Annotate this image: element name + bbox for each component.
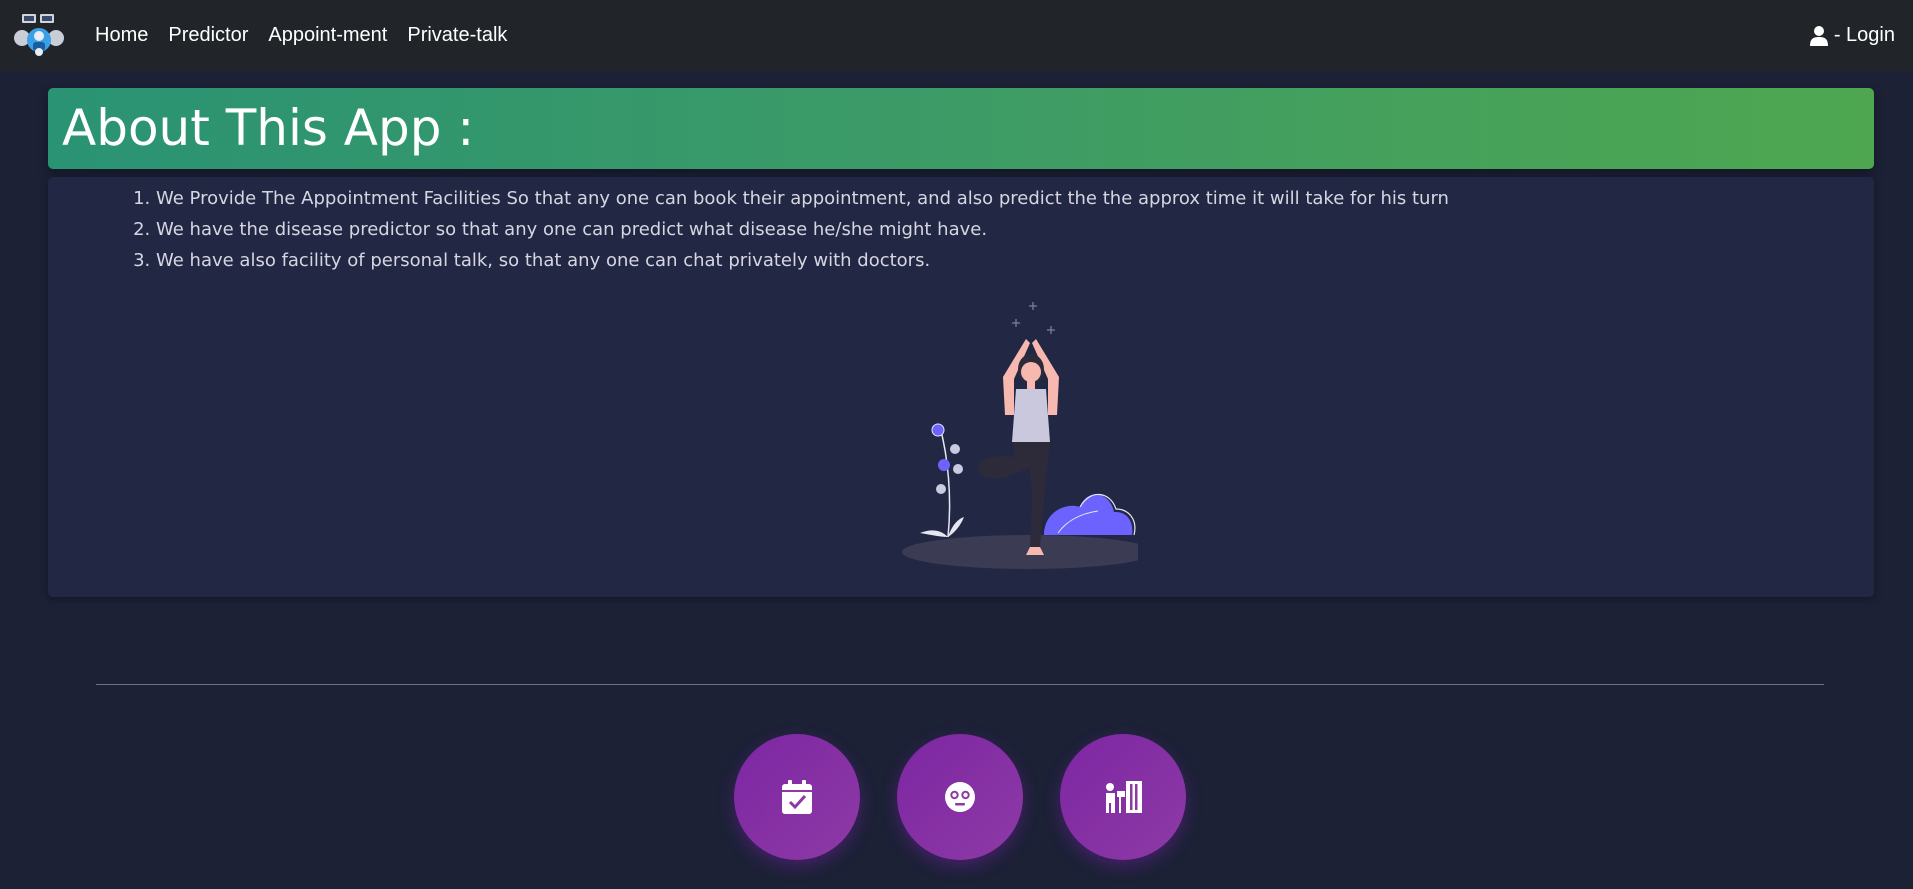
feature-item-predictor: We have the disease predictor so that an… — [156, 214, 1449, 245]
navbar: Home Predictor Appoint-ment Private-talk… — [0, 0, 1913, 71]
feature-item-private-talk: We have also facility of personal talk, … — [156, 245, 1449, 276]
features-list: We Provide The Appointment Facilities So… — [106, 183, 1449, 276]
login-label: - Login — [1833, 24, 1895, 46]
login-link[interactable]: - Login — [1809, 0, 1895, 71]
about-header: About This App : — [48, 88, 1874, 169]
nav-link-predictor[interactable]: Predictor — [168, 24, 248, 47]
nav-link-home[interactable]: Home — [95, 24, 148, 47]
user-icon — [1809, 25, 1828, 46]
calendar-check-icon — [782, 780, 812, 814]
private-talk-circle-button[interactable] — [1060, 734, 1186, 860]
logo-icon[interactable] — [12, 12, 66, 58]
nav-link-appointment[interactable]: Appoint-ment — [268, 24, 387, 47]
action-buttons — [734, 734, 1186, 860]
page-title: About This App : — [62, 99, 475, 157]
nav-link-private-talk[interactable]: Private-talk — [407, 24, 507, 47]
yoga-woman-illustration — [902, 302, 1138, 569]
predictor-circle-button[interactable] — [897, 734, 1023, 860]
private-room-icon — [1106, 781, 1142, 813]
feature-item-appointment: We Provide The Appointment Facilities So… — [156, 183, 1449, 214]
nav-links: Home Predictor Appoint-ment Private-talk — [95, 0, 527, 71]
section-divider — [96, 684, 1824, 685]
face-icon — [945, 782, 975, 812]
appointment-circle-button[interactable] — [734, 734, 860, 860]
about-content-card: We Provide The Appointment Facilities So… — [48, 177, 1874, 597]
